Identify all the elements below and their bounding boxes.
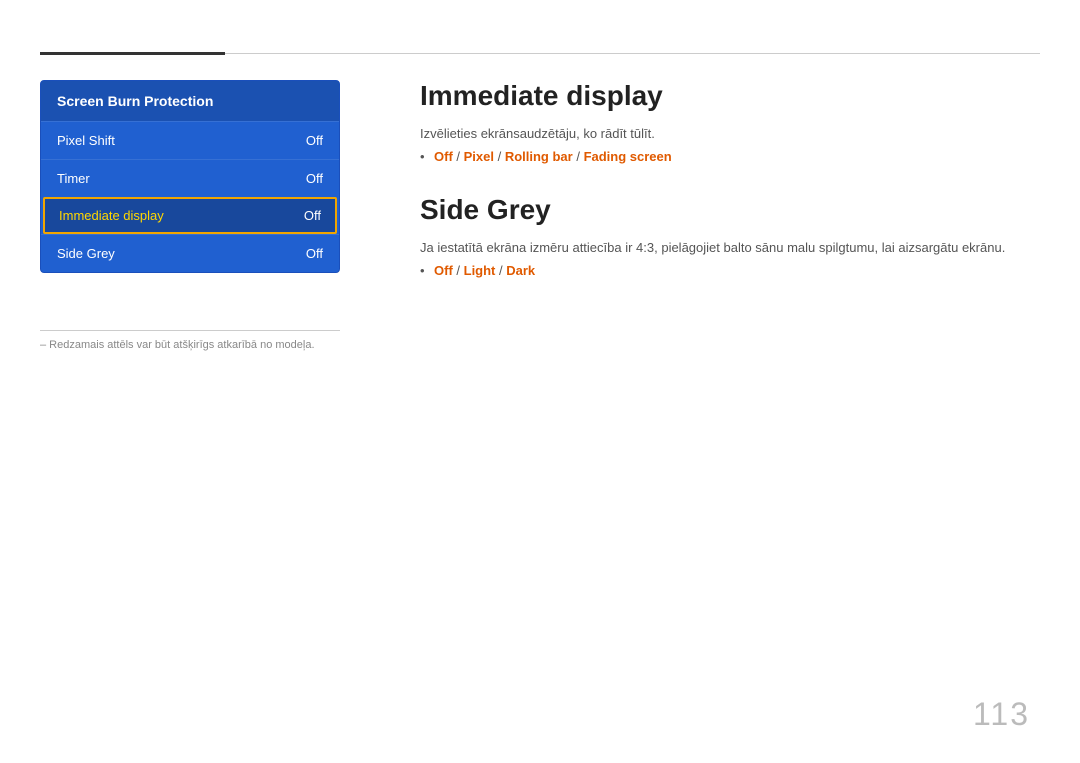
option-rolling-bar: Rolling bar	[505, 149, 573, 164]
side-grey-option-dark: Dark	[506, 263, 535, 278]
top-decoration	[0, 52, 1080, 55]
menu-item-pixel-shift[interactable]: Pixel Shift Off	[41, 121, 339, 159]
bottom-note: – Redzamais attēls var būt atšķirīgs atk…	[40, 330, 340, 351]
sep3: /	[573, 149, 584, 164]
menu-item-pixel-shift-label: Pixel Shift	[57, 133, 115, 148]
menu-item-side-grey-label: Side Grey	[57, 246, 115, 261]
side-grey-option-off: Off	[434, 263, 453, 278]
immediate-display-section: Immediate display Izvēlieties ekrānsaudz…	[420, 80, 1040, 164]
menu-item-immediate-display[interactable]: Immediate display Off	[43, 197, 337, 234]
menu-item-timer-label: Timer	[57, 171, 90, 186]
left-menu-panel: Screen Burn Protection Pixel Shift Off T…	[40, 80, 340, 273]
side-grey-option-light: Light	[464, 263, 496, 278]
menu-item-side-grey[interactable]: Side Grey Off	[41, 234, 339, 272]
top-line-dark	[40, 52, 225, 55]
menu-item-pixel-shift-value: Off	[306, 133, 323, 148]
side-grey-sep2: /	[495, 263, 506, 278]
immediate-display-options-item: Off / Pixel / Rolling bar / Fading scree…	[420, 149, 1040, 164]
menu-item-immediate-display-label: Immediate display	[59, 208, 164, 223]
menu-item-timer[interactable]: Timer Off	[41, 159, 339, 197]
menu-item-immediate-display-value: Off	[304, 208, 321, 223]
side-grey-options-item: Off / Light / Dark	[420, 263, 1040, 278]
menu-item-timer-value: Off	[306, 171, 323, 186]
screen-burn-menu: Screen Burn Protection Pixel Shift Off T…	[40, 80, 340, 273]
option-off: Off	[434, 149, 453, 164]
side-grey-options: Off / Light / Dark	[420, 263, 1040, 278]
side-grey-description: Ja iestatītā ekrāna izmēru attiecība ir …	[420, 240, 1040, 255]
menu-item-side-grey-value: Off	[306, 246, 323, 261]
top-line-light	[225, 53, 1040, 54]
right-content-area: Immediate display Izvēlieties ekrānsaudz…	[420, 80, 1040, 308]
option-fading-screen: Fading screen	[584, 149, 672, 164]
side-grey-title: Side Grey	[420, 194, 1040, 226]
immediate-display-title: Immediate display	[420, 80, 1040, 112]
side-grey-section: Side Grey Ja iestatītā ekrāna izmēru att…	[420, 194, 1040, 278]
option-pixel: Pixel	[464, 149, 494, 164]
immediate-display-options: Off / Pixel / Rolling bar / Fading scree…	[420, 149, 1040, 164]
immediate-display-description: Izvēlieties ekrānsaudzētāju, ko rādīt tū…	[420, 126, 1040, 141]
side-grey-sep1: /	[453, 263, 464, 278]
page-number: 113	[973, 696, 1030, 733]
sep1: /	[453, 149, 464, 164]
menu-title: Screen Burn Protection	[41, 81, 339, 121]
sep2: /	[494, 149, 505, 164]
